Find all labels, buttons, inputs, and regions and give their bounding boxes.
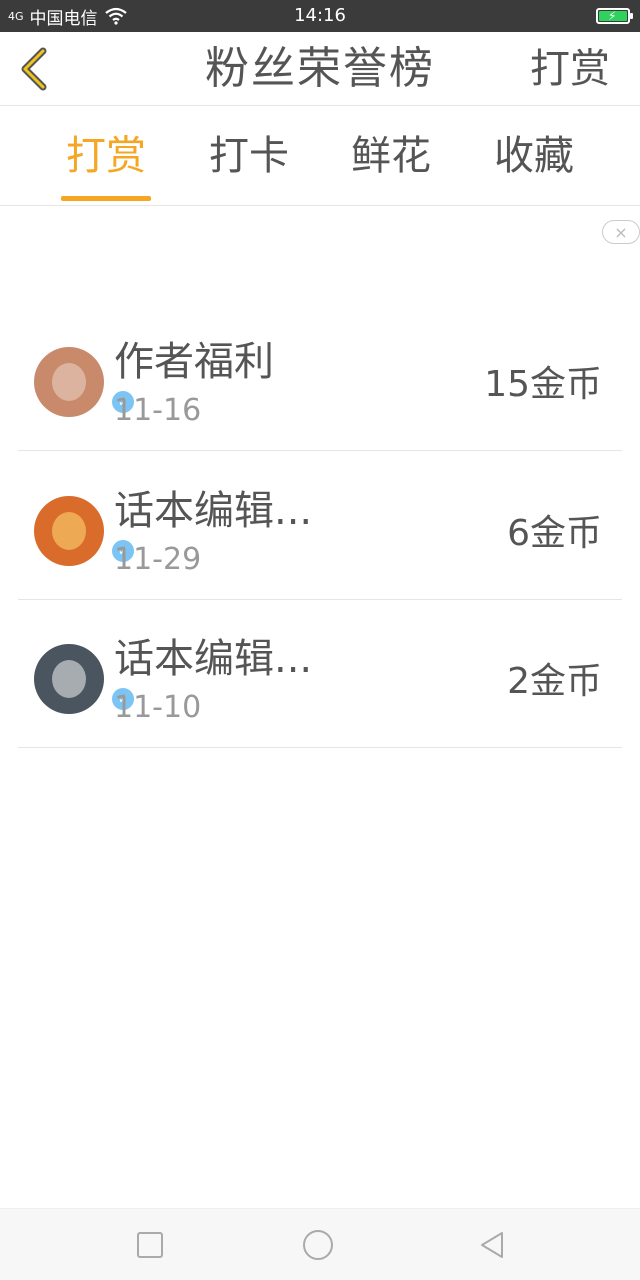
list-item[interactable]: ✓ 话本编辑... 11-10 2金币	[18, 600, 622, 748]
status-bar: 4G 中国电信 14:16 ⚡	[0, 0, 640, 32]
entry-name: 作者福利	[114, 339, 274, 385]
app-header: 粉丝荣誉榜 打赏	[0, 32, 640, 106]
avatar	[34, 347, 104, 417]
close-icon: ×	[614, 222, 628, 242]
entry-date: 11-10	[114, 690, 202, 725]
entry-name: 话本编辑...	[114, 636, 313, 682]
entry-amount: 2金币	[507, 661, 602, 702]
tab-bar: 打赏 打卡 鲜花 收藏	[0, 106, 640, 206]
list-item[interactable]: ✓ 作者福利 11-16 15金币	[18, 303, 622, 451]
recent-apps-button[interactable]	[134, 1229, 166, 1261]
tab-checkin[interactable]: 打卡	[204, 128, 294, 184]
battery-icon: ⚡	[596, 8, 633, 24]
circle-icon	[303, 1230, 333, 1260]
tab-favorites[interactable]: 收藏	[489, 128, 579, 184]
reward-button[interactable]: 打赏	[530, 32, 610, 106]
home-button[interactable]	[302, 1229, 334, 1261]
close-ad-button[interactable]: ×	[602, 220, 640, 244]
system-nav-bar	[0, 1208, 640, 1280]
entry-amount: 15金币	[484, 364, 602, 405]
tab-flowers[interactable]: 鲜花	[346, 128, 436, 184]
back-nav-button[interactable]	[476, 1229, 508, 1261]
square-icon	[137, 1232, 163, 1258]
entry-date: 11-29	[114, 542, 202, 577]
triangle-back-icon	[481, 1232, 503, 1258]
tab-reward[interactable]: 打赏	[61, 128, 151, 184]
entry-name: 话本编辑...	[114, 488, 313, 534]
avatar	[34, 644, 104, 714]
list-item[interactable]: ✓ 话本编辑... 11-29 6金币	[18, 452, 622, 600]
status-time: 14:16	[294, 5, 346, 26]
avatar	[34, 496, 104, 566]
active-tab-indicator	[61, 196, 151, 201]
entry-date: 11-16	[114, 393, 202, 428]
entry-amount: 6金币	[507, 513, 602, 554]
